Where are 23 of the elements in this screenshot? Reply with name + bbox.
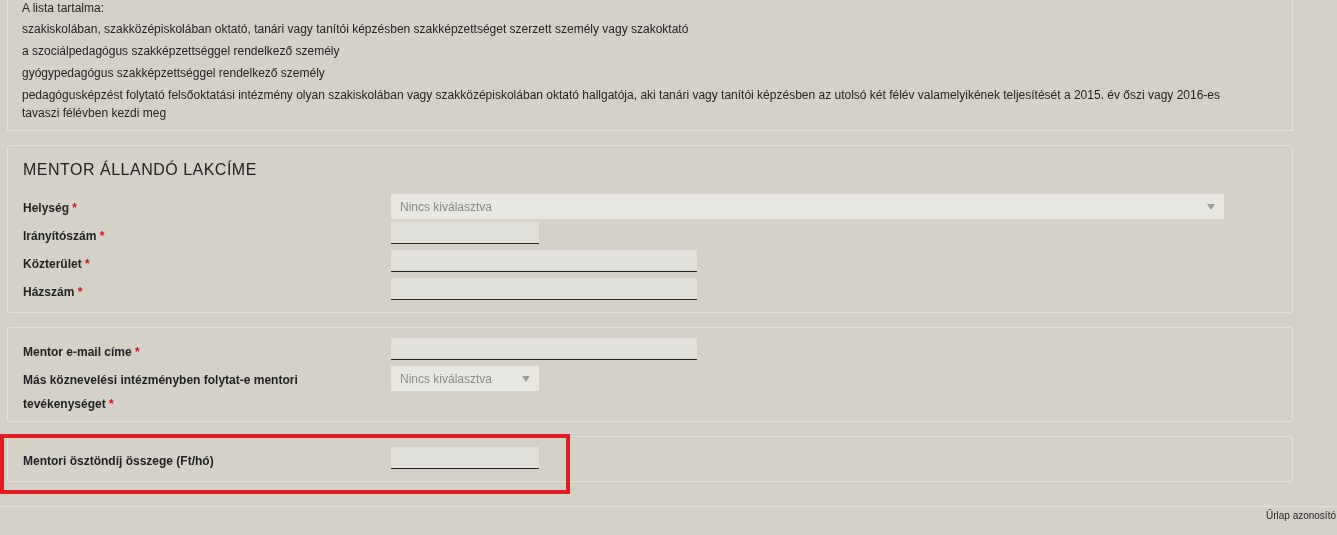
field-label: Irányítószám *	[23, 229, 105, 243]
caret-icon	[522, 375, 530, 382]
field-label: Közterület *	[23, 257, 90, 271]
field-label: Más köznevelési intézményben folytat-e mentori tevékenységet *	[23, 373, 298, 411]
field-label: Mentor e-mail címe *	[23, 345, 140, 359]
dropdown[interactable]: Nincs kiválasztva	[391, 194, 1224, 219]
list-item: szakiskolában, szakközépiskolában oktató, tanári vagy tanítói képzésben szakképzettséget szerzett személy vagy szakoktató	[22, 21, 690, 38]
field-label: Házszám *	[23, 285, 83, 299]
input-field[interactable]	[391, 447, 539, 469]
input-field[interactable]	[391, 222, 539, 244]
list-item: a szociálpedagógus szakképzettséggel rendelkező személy	[22, 43, 341, 60]
input-field[interactable]	[391, 250, 697, 272]
list-item: gyógypedagógus szakképzettséggel rendelkező személy	[22, 65, 326, 82]
caret-icon	[1207, 203, 1215, 210]
input-field[interactable]	[391, 278, 697, 300]
section-title: MENTOR ÁLLANDÓ LAKCÍME	[23, 159, 258, 180]
field-label: Helység *	[23, 201, 78, 215]
field-label: Mentori ösztöndíj összege (Ft/hó)	[23, 454, 214, 468]
input-field[interactable]	[391, 338, 697, 360]
list-heading: A lista tartalma:	[22, 0, 106, 16]
form-id-label: Űrlap azonosító	[1265, 508, 1336, 523]
list-item: pedagógusképzést folytató felsőoktatási intézmény olyan szakiskolában vagy szakközépiskolában oktató hallgatója, aki tanári vagy tanítói képzésben az utolsó két félév valamelyikének teljesítését a 2015. év őszi vagy 2016-es tavaszi félévben kezdi meg	[22, 87, 1222, 122]
dropdown[interactable]: Nincs kiválasztva	[391, 366, 539, 391]
